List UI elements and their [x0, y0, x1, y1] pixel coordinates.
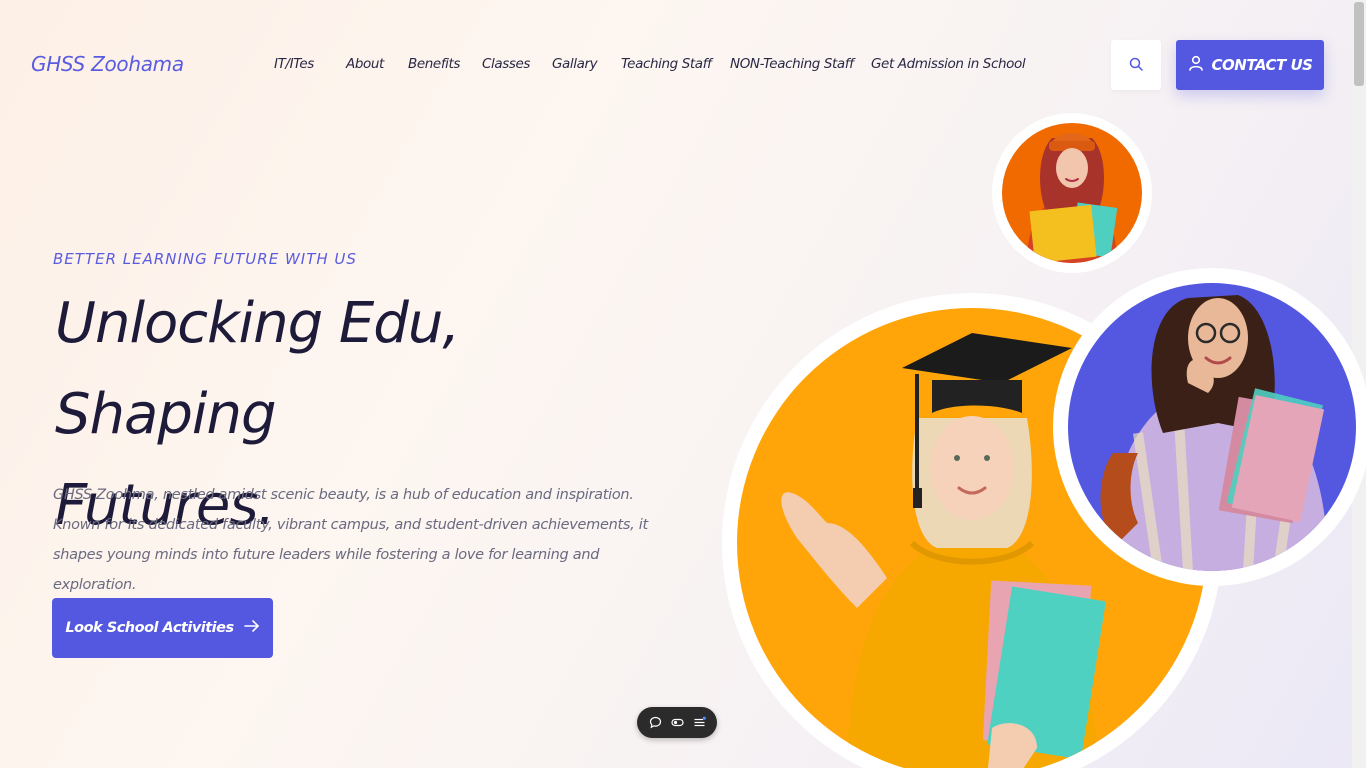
chat-icon[interactable]: [649, 716, 662, 729]
nav-item-classes[interactable]: Classes: [482, 56, 530, 72]
student-with-glasses-photo: [1068, 283, 1356, 571]
nav-item-gallary[interactable]: Gallary: [552, 56, 598, 72]
hero-eyebrow: BETTER LEARNING FUTURE WITH US: [53, 250, 357, 268]
hero-title-line-1: Unlocking Edu, Shaping: [55, 291, 460, 447]
floating-toolbar-widget: [637, 707, 717, 738]
contact-us-label: CONTACT US: [1211, 56, 1313, 74]
toggle-icon[interactable]: [670, 716, 684, 729]
student-with-books-photo: [1002, 123, 1142, 263]
scrollbar-thumb[interactable]: [1354, 2, 1364, 86]
nav-item-about[interactable]: About: [346, 56, 384, 72]
hero-description: GHSS Zoohma, nestled amidst scenic beaut…: [53, 487, 648, 593]
search-icon: [1129, 56, 1143, 75]
menu-icon[interactable]: [693, 716, 706, 729]
contact-us-button[interactable]: CONTACT US: [1176, 40, 1324, 90]
nav-item-benefits[interactable]: Benefits: [408, 56, 460, 72]
user-icon: [1188, 55, 1204, 75]
site-logo[interactable]: GHSS Zoohama: [31, 52, 184, 76]
look-school-activities-button[interactable]: Look School Activities: [52, 598, 273, 658]
nav-item-it-ites[interactable]: IT/ITes: [274, 56, 314, 72]
arrow-right-icon: [243, 619, 260, 637]
nav-item-get-admission[interactable]: Get Admission in School: [871, 56, 1026, 72]
search-button[interactable]: [1111, 40, 1161, 90]
nav-item-non-teaching-staff[interactable]: NON-Teaching Staff: [730, 56, 854, 72]
cta-label: Look School Activities: [65, 620, 234, 636]
nav-item-teaching-staff[interactable]: Teaching Staff: [621, 56, 712, 72]
